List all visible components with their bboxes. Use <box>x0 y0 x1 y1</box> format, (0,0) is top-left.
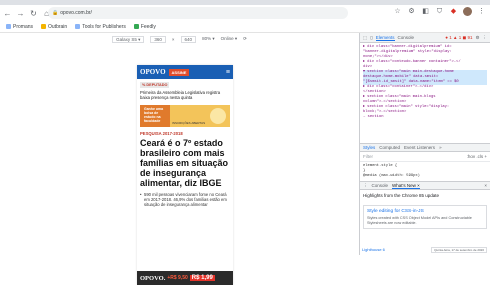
article-bullet[interactable]: 590 mil pessoas vivenciaram fome no Cear… <box>140 192 230 207</box>
card-title-lighthouse[interactable]: Lighthouse 6 <box>362 247 385 252</box>
page-viewport: Galaxy S5 ▾ 360 × 640 80% ▾ Online ▾ ⟳ O… <box>0 33 359 285</box>
filter-controls[interactable]: :hov .cls + <box>467 154 487 159</box>
width-input[interactable]: 360 <box>150 35 166 43</box>
bookmark-feedly[interactable]: Feedly <box>133 24 156 30</box>
browser-window: ← → ↻ ⌂ 🔒 opovo.com.br/ ☆ ⚙ ◧ ⛉ ◆ ⋮ Prom… <box>0 0 490 285</box>
styles-filter[interactable]: Filter :hov .cls + <box>360 152 490 162</box>
tab-event-listeners[interactable]: Event Listeners <box>404 145 435 150</box>
card-title[interactable]: Style editing for CSS-in-JS <box>367 209 483 214</box>
network-select[interactable]: Online ▾ <box>221 36 238 42</box>
rule-line[interactable]: @media (max-width: 599px) <box>363 174 487 179</box>
banner-text: Ganhe uma bolsa de estudo na faculdade <box>144 107 164 123</box>
date-stamp: Quinta-feira, 17 de setembro de 2020 <box>431 246 487 253</box>
devtools-menu-icon[interactable]: ⋮ <box>483 35 488 41</box>
device-toggle-icon[interactable]: ▯ <box>370 35 372 41</box>
bookmark-tools[interactable]: Tools for Publishers <box>75 24 126 30</box>
banner-illustration <box>210 108 226 124</box>
bottom-ad[interactable]: OPOVO. +R$ 9,50 R$ 1,99 <box>137 271 233 285</box>
ad-brand: OPOVO. <box>140 274 166 282</box>
times-icon: × <box>171 36 175 42</box>
shield-icon[interactable]: ⛉ <box>435 7 444 16</box>
reload-icon[interactable]: ↻ <box>28 8 39 19</box>
news-section: % DEPUTADO Primeira da Assembleia Legisl… <box>140 82 230 100</box>
tab-computed[interactable]: Computed <box>379 145 400 150</box>
device-toolbar: Galaxy S5 ▾ 360 × 640 80% ▾ Online ▾ ⟳ <box>0 33 359 45</box>
tab-more[interactable]: » <box>439 145 442 150</box>
tab-drawer-console[interactable]: Console <box>372 183 389 188</box>
whats-new-card[interactable]: Style editing for CSS-in-JS Styles creat… <box>363 205 487 229</box>
card-body: Styles created with CSS Object Model API… <box>367 216 472 225</box>
devtools-panel: ⬚ ▯ Elements Console ● 1 ▲ 1 ◼ 91 ⚙ ⋮ ▸ … <box>359 33 490 255</box>
bookmark-outbrain[interactable]: Outbrain <box>41 24 67 30</box>
dom-line[interactable]: … section <box>363 115 487 120</box>
settings-icon[interactable]: ⚙ <box>407 7 416 16</box>
tab-whats-new[interactable]: What's New × <box>392 183 420 189</box>
site-header: OPOVO ASSINE ≡ <box>137 65 233 79</box>
outbrain-icon <box>41 24 47 29</box>
tab-styles[interactable]: Styles <box>363 145 375 150</box>
banner-caption: INSCRIÇÕES ABERTAS <box>172 121 206 125</box>
article-headline[interactable]: Ceará é o 7º estado brasileiro com mais … <box>140 138 230 188</box>
lighthouse-row: Lighthouse 6 Quinta-feira, 17 de setembr… <box>362 245 487 254</box>
styles-tabbar: Styles Computed Event Listeners » <box>360 143 490 152</box>
star-icon[interactable]: ☆ <box>393 7 402 16</box>
rotate-icon[interactable]: ⟳ <box>243 36 247 42</box>
elements-tree: ▸ div class="banner-digitalpremium" id= … <box>360 43 490 143</box>
drawer-menu-icon[interactable]: ⋮ <box>363 183 368 189</box>
ad-price-new: R$ 1,99 <box>189 275 215 281</box>
subscribe-button[interactable]: ASSINE <box>168 68 190 76</box>
site-logo[interactable]: OPOVO <box>140 68 166 76</box>
drawer-tabbar: ⋮ Console What's New × × <box>360 181 490 190</box>
tools-icon <box>75 24 81 29</box>
feedly-icon <box>133 24 139 29</box>
extension-icon[interactable]: ◧ <box>421 7 430 16</box>
device-select[interactable]: Galaxy S5 ▾ <box>112 35 145 43</box>
ad-banner[interactable]: Ganhe uma bolsa de estudo na faculdade I… <box>140 105 230 127</box>
forward-icon[interactable]: → <box>15 8 26 19</box>
toolbar-icons: ☆ ⚙ ◧ ⛉ ◆ ⋮ <box>393 7 486 16</box>
article-kicker: PESQUISA 2017-2018 <box>140 131 183 136</box>
hamburger-icon[interactable]: ≡ <box>226 69 230 76</box>
browser-toolbar: ← → ↻ ⌂ 🔒 opovo.com.br/ ☆ ⚙ ◧ ⛉ ◆ ⋮ <box>0 5 490 21</box>
mobile-emulated-page: OPOVO ASSINE ≡ % DEPUTADO Primeira da As… <box>137 65 233 285</box>
inspect-icon[interactable]: ⬚ <box>363 35 367 41</box>
extension-red-icon[interactable]: ◆ <box>449 7 458 16</box>
bookmark-promans[interactable]: Promans <box>6 24 33 30</box>
section-tag[interactable]: % DEPUTADO <box>140 82 170 88</box>
zoom-select[interactable]: 80% ▾ <box>202 36 215 42</box>
avatar[interactable] <box>463 7 472 16</box>
style-rules: element.style { } @media (max-width: 599… <box>360 162 490 181</box>
lock-icon: 🔒 <box>52 10 59 16</box>
tab-console[interactable]: Console <box>398 35 415 40</box>
error-counter[interactable]: ● 1 ▲ 1 ◼ 91 <box>445 35 472 41</box>
back-icon[interactable]: ← <box>2 8 13 19</box>
devtools-settings-icon[interactable]: ⚙ <box>475 35 479 41</box>
height-input[interactable]: 640 <box>180 35 197 43</box>
tab-elements[interactable]: Elements <box>375 35 395 41</box>
bookmarks-bar: Promans Outbrain Tools for Publishers Fe… <box>0 21 490 33</box>
close-drawer-icon[interactable]: × <box>484 183 487 188</box>
address-bar[interactable]: 🔒 opovo.com.br/ <box>48 7 348 19</box>
menu-icon[interactable]: ⋮ <box>477 7 486 16</box>
ad-price-old: +R$ 9,50 <box>167 275 188 281</box>
intro-text[interactable]: Primeira da Assembleia Legislativa regis… <box>140 90 230 100</box>
url-text: opovo.com.br/ <box>60 10 92 16</box>
filter-input[interactable]: Filter <box>363 154 373 159</box>
whats-new-title: Highlights from the Chrome 85 update <box>363 193 440 198</box>
folder-icon <box>6 24 11 29</box>
devtools-tabbar: ⬚ ▯ Elements Console ● 1 ▲ 1 ◼ 91 ⚙ ⋮ <box>360 33 490 43</box>
